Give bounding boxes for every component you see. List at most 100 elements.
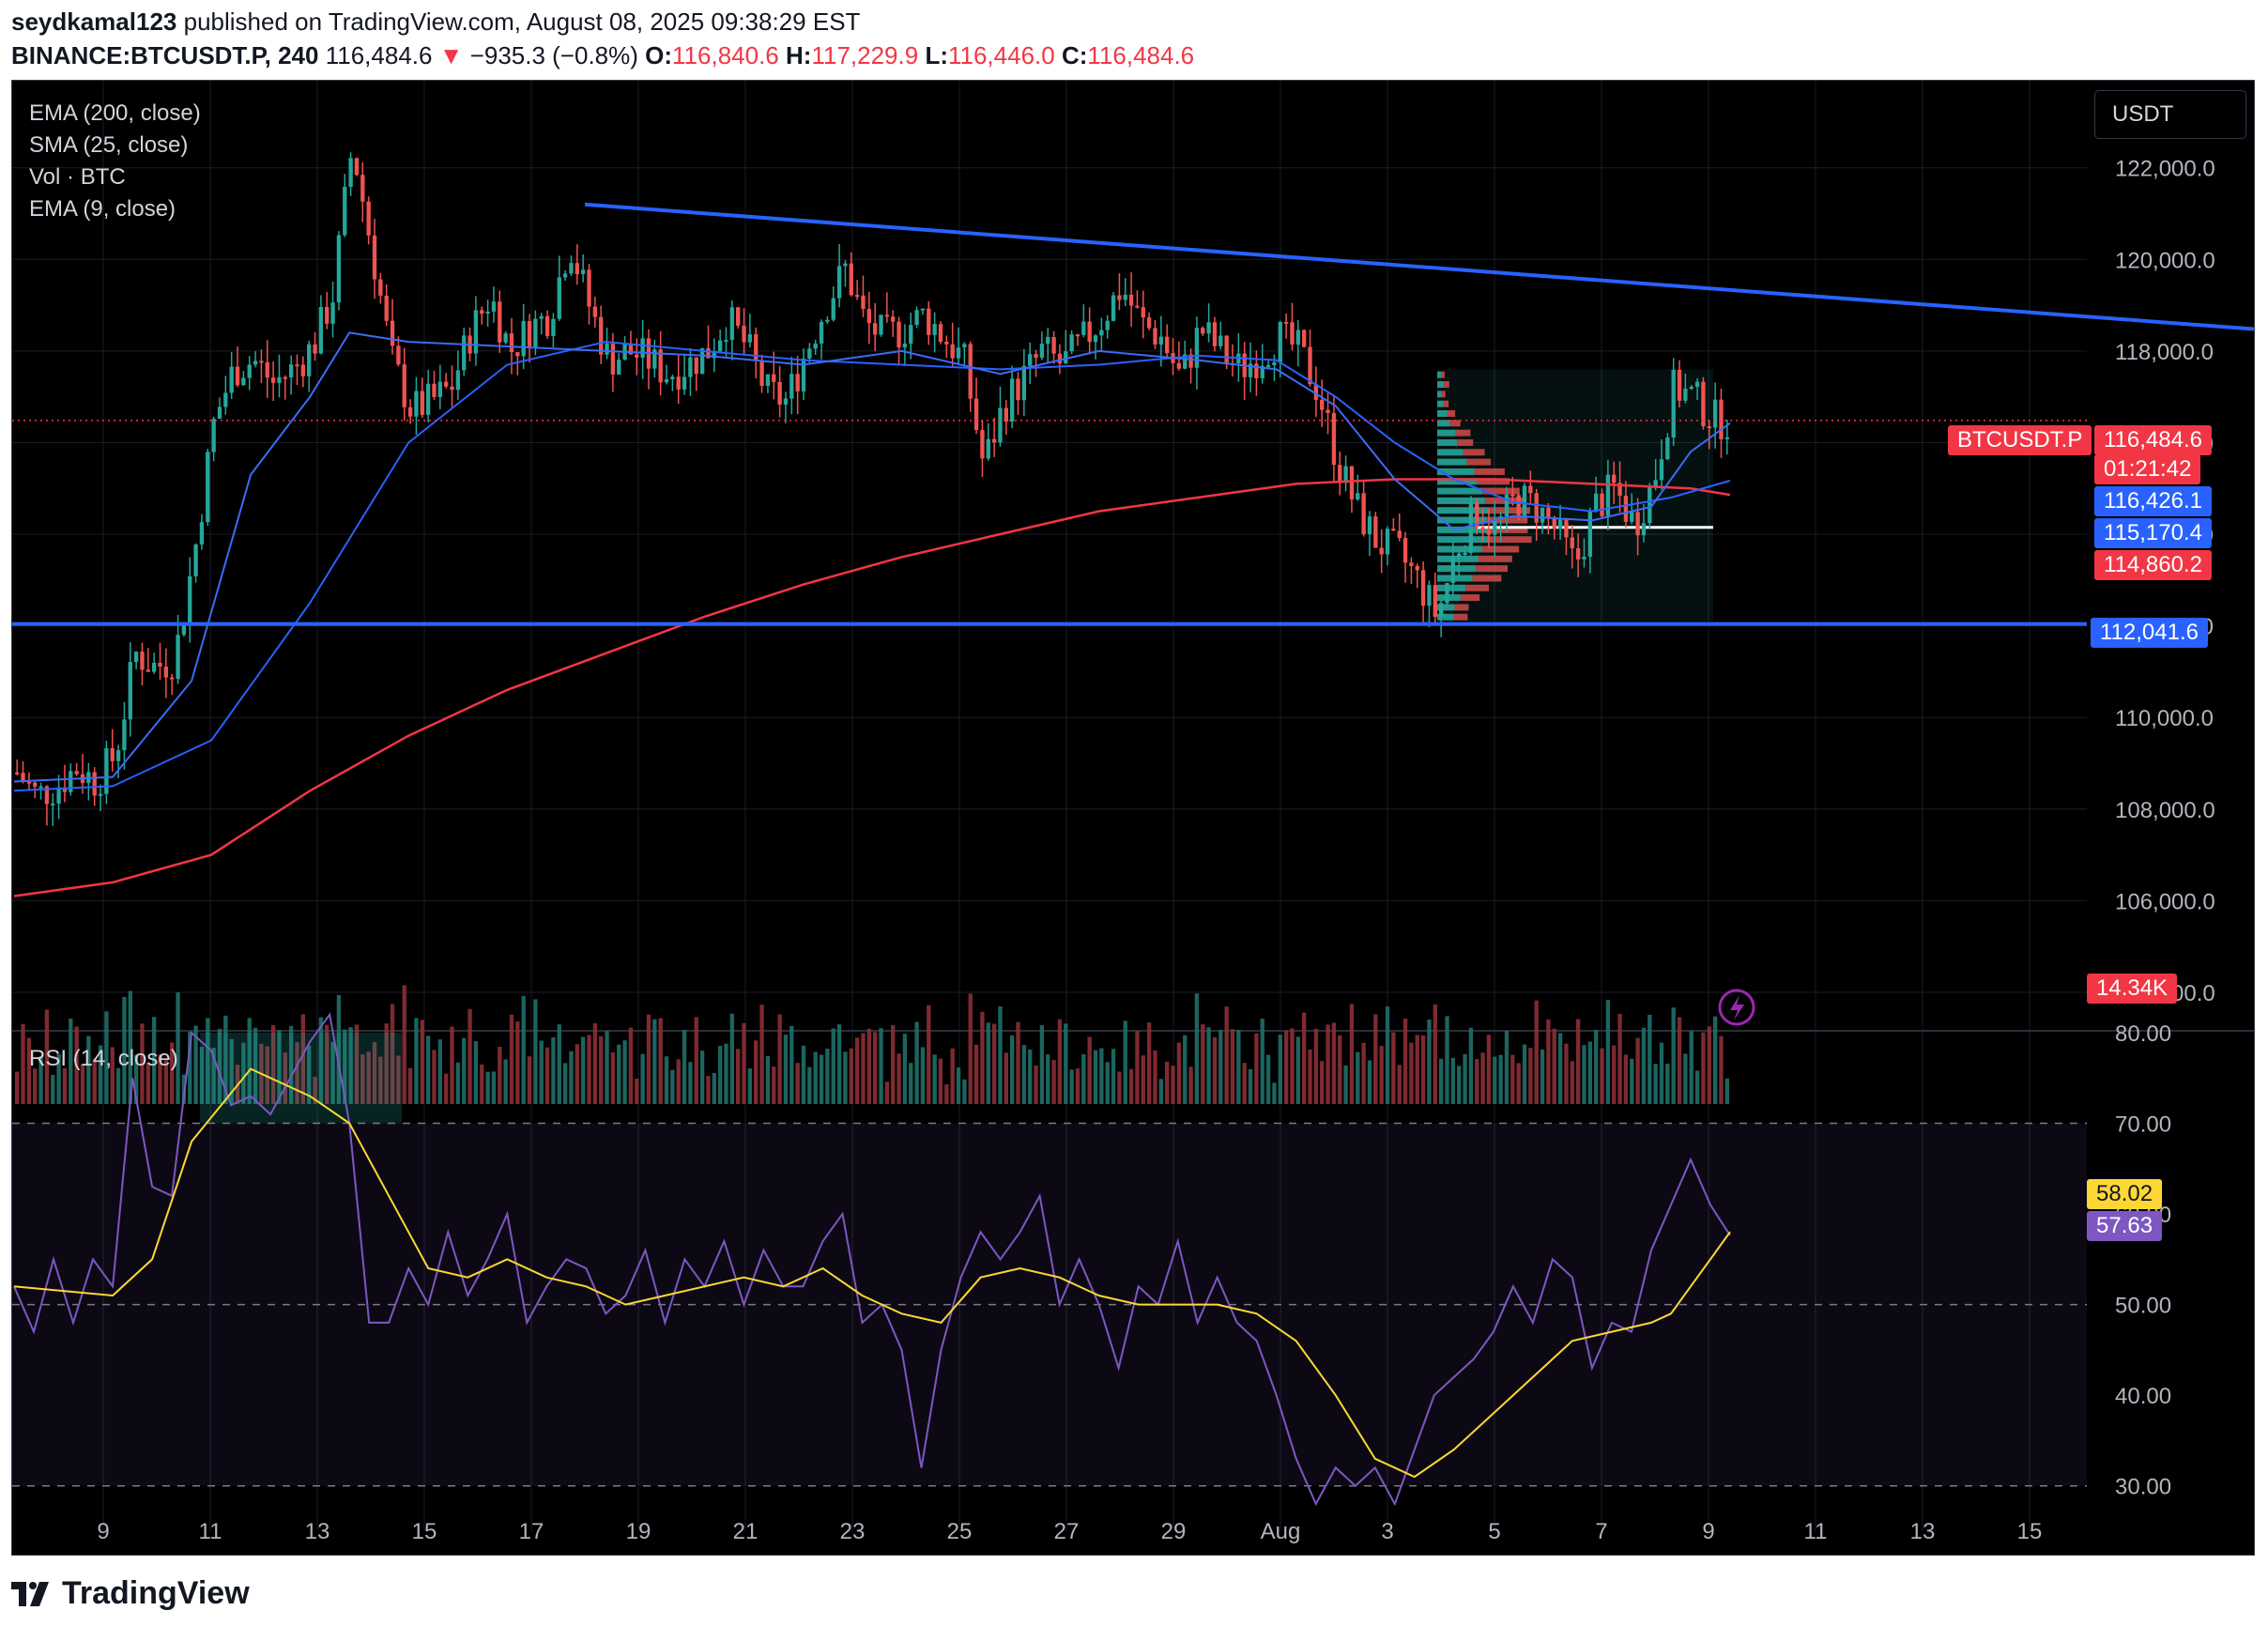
candle-body xyxy=(611,344,615,375)
candle-body xyxy=(820,322,823,344)
candle-body xyxy=(867,309,871,323)
candle-body xyxy=(1022,366,1026,401)
candle-body xyxy=(301,364,305,376)
candle-body xyxy=(879,314,882,334)
volume-bar xyxy=(1177,1043,1181,1104)
candle-body xyxy=(1708,426,1711,428)
volume-bar xyxy=(545,1048,549,1104)
candle-body xyxy=(360,175,364,201)
candle-body xyxy=(670,376,674,379)
volume-bar xyxy=(1695,1070,1699,1104)
candle-body xyxy=(1010,378,1014,422)
volume-bar xyxy=(759,1005,763,1104)
time-axis-label: 25 xyxy=(947,1519,973,1544)
volume-bar xyxy=(1290,1028,1294,1104)
candle-body xyxy=(1272,362,1276,365)
volume-bar xyxy=(467,1009,471,1104)
volume-bar xyxy=(1588,1042,1592,1104)
volume-bar xyxy=(1343,1066,1347,1104)
currency-button[interactable]: USDT xyxy=(2094,90,2246,139)
volume-bar xyxy=(635,1079,638,1104)
volume-profile-bar xyxy=(1437,585,1465,591)
price-axis-label: 110,000.0 xyxy=(2115,706,2214,731)
candle-body xyxy=(373,236,376,280)
publish-info: seydkamal123 published on TradingView.co… xyxy=(11,8,860,37)
volume-profile-bar xyxy=(1476,565,1508,572)
volume-bar xyxy=(33,1068,37,1104)
candle-body xyxy=(885,314,889,316)
candle-body xyxy=(385,296,389,321)
candle-body xyxy=(1368,516,1372,534)
candle-body xyxy=(551,319,555,336)
volume-bar xyxy=(1409,1043,1413,1104)
candle-body xyxy=(1320,400,1324,410)
volume-bar xyxy=(1099,1049,1103,1104)
volume-profile-bar xyxy=(1437,536,1489,543)
tradingview-logo[interactable]: TradingView xyxy=(11,1575,250,1612)
candle-body xyxy=(700,348,704,374)
volume-bar xyxy=(1564,1044,1568,1104)
volume-bar xyxy=(1600,1049,1603,1104)
volume-bar xyxy=(987,1022,990,1104)
volume-bar xyxy=(932,1054,936,1104)
volume-bar xyxy=(700,1051,704,1104)
volume-bar xyxy=(927,1005,930,1104)
legend-ema9[interactable]: EMA (9, close) xyxy=(29,193,201,225)
volume-bar xyxy=(15,1071,19,1104)
candle-body xyxy=(1069,334,1073,351)
volume-bar xyxy=(498,1047,501,1104)
volume-bar xyxy=(1206,1027,1210,1104)
price-axis-label: 122,000.0 xyxy=(2115,157,2215,182)
volume-bar xyxy=(820,1055,823,1104)
volume-bar xyxy=(1254,1034,1258,1104)
candle-body xyxy=(1308,346,1311,384)
candle-body xyxy=(1373,516,1377,547)
rsi-legend[interactable]: RSI (14, close) xyxy=(29,1046,178,1072)
support-tag: 112,041.6 xyxy=(2091,618,2208,648)
candle-body xyxy=(193,545,197,576)
volume-profile-bar xyxy=(1437,565,1476,572)
volume-bar xyxy=(814,1051,818,1104)
volume-bar xyxy=(1010,1035,1014,1104)
price-chart-svg[interactable]: 122,000.0120,000.0118,000.0116,000.0114,… xyxy=(12,81,2255,1556)
volume-profile-bar xyxy=(1437,410,1448,417)
candle-body xyxy=(38,787,42,789)
volume-bar xyxy=(850,1049,853,1104)
volume-bar xyxy=(1004,1052,1008,1104)
candle-body xyxy=(1582,557,1586,560)
volume-bar xyxy=(1558,1033,1562,1104)
candle-body xyxy=(480,310,483,314)
candle-body xyxy=(1076,334,1080,336)
legend-ema200[interactable]: EMA (200, close) xyxy=(29,98,201,130)
candle-body xyxy=(56,788,60,804)
author-name[interactable]: seydkamal123 xyxy=(11,8,176,36)
volume-bar xyxy=(1261,1019,1264,1104)
candle-body xyxy=(218,406,222,419)
candle-body xyxy=(1106,321,1110,330)
candle-body xyxy=(825,320,829,322)
volume-bar xyxy=(1725,1079,1729,1104)
candle-body xyxy=(962,344,966,347)
volume-bar xyxy=(1320,1061,1324,1104)
volume-bar xyxy=(1243,1063,1247,1104)
volume-bar xyxy=(599,1036,603,1104)
volume-bar xyxy=(1535,1001,1539,1104)
legend-volume[interactable]: Vol · BTC xyxy=(29,161,201,193)
volume-bar xyxy=(408,1068,412,1104)
candle-body xyxy=(503,333,507,343)
volume-profile-bar xyxy=(1437,372,1441,378)
candle-body xyxy=(15,773,19,775)
chart-area[interactable]: 122,000.0120,000.0118,000.0116,000.0114,… xyxy=(11,80,2255,1556)
candle-body xyxy=(855,295,859,297)
volume-bar xyxy=(1034,1066,1037,1104)
open-value: 116,840.6 xyxy=(672,41,779,69)
volume-profile-bar xyxy=(1442,391,1446,397)
volume-bar xyxy=(1451,1058,1455,1104)
candle-body xyxy=(1713,400,1717,428)
candle-body xyxy=(1213,322,1217,346)
volume-bar xyxy=(1445,1016,1448,1104)
volume-bar xyxy=(617,1045,621,1104)
volume-profile-bar xyxy=(1455,430,1470,437)
legend-sma25[interactable]: SMA (25, close) xyxy=(29,130,201,161)
indicator-legend: EMA (200, close) SMA (25, close) Vol · B… xyxy=(29,98,201,225)
